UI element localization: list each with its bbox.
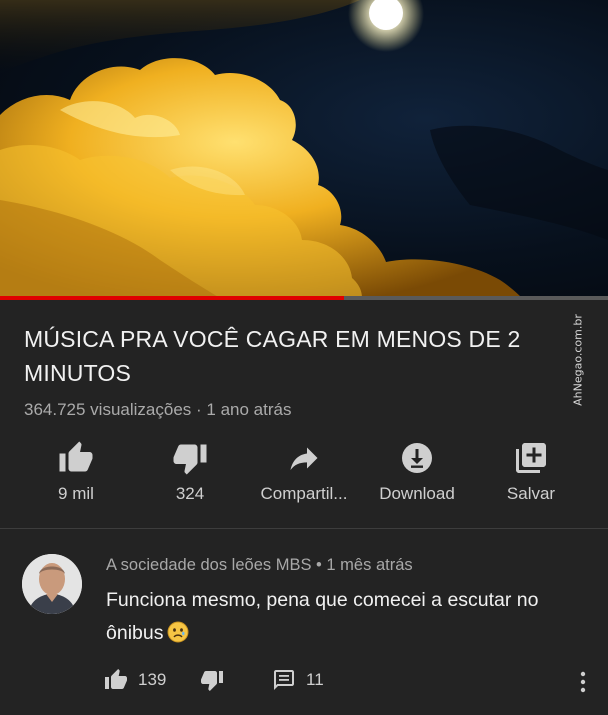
thumb-down-icon <box>173 444 207 475</box>
thumb-up-icon <box>59 441 93 472</box>
save-button[interactable]: Salvar <box>471 440 591 504</box>
meta-separator: · <box>191 400 207 419</box>
site-watermark: AhNegao.com.br <box>566 308 590 412</box>
share-button[interactable]: Compartil... <box>244 440 364 504</box>
download-icon <box>402 443 432 473</box>
comment-header: A sociedade dos leões MBS • 1 mês atrás <box>106 556 413 575</box>
video-progress-fill <box>0 296 344 300</box>
save-label: Salvar <box>506 484 556 503</box>
playlist-add-icon <box>516 443 546 473</box>
watermark-text: AhNegao.com.br <box>571 314 585 406</box>
more-vert-icon <box>580 671 586 693</box>
video-title: MÚSICA PRA VOCÊ CAGAR EM MENOS DE 2 MINU… <box>24 326 521 386</box>
download-button[interactable]: Download <box>357 440 477 504</box>
comment-dislike-button[interactable] <box>200 668 224 692</box>
reply-icon <box>274 670 294 690</box>
video-progress-bar[interactable] <box>0 296 608 300</box>
upload-age: 1 ano atrás <box>206 400 292 419</box>
comment-reply-button[interactable]: 11 <box>272 668 324 692</box>
comment-action-bar: 139 11 <box>104 668 584 696</box>
comment-author[interactable]: A sociedade dos leões MBS <box>106 556 311 574</box>
video-frame <box>0 0 608 298</box>
comment-body: Funciona mesmo, pena que comecei a escut… <box>106 584 586 650</box>
comment-like-count: 139 <box>138 670 167 689</box>
sad-face-emoji <box>167 621 189 643</box>
share-arrow-icon <box>290 447 318 470</box>
comment-age: 1 mês atrás <box>326 556 413 574</box>
section-divider <box>0 528 608 529</box>
comment-more-button[interactable] <box>576 668 590 696</box>
view-count: 364.725 visualizações <box>24 400 192 419</box>
dislike-count: 324 <box>175 484 205 503</box>
video-player[interactable] <box>0 0 608 298</box>
comment-like-button[interactable]: 139 <box>104 668 166 692</box>
avatar-photo <box>22 554 82 614</box>
video-meta: 364.725 visualizações · 1 ano atrás <box>24 400 291 420</box>
video-action-bar: 9 mil 324 Compartil... Download Salvar <box>0 440 608 520</box>
dislike-button[interactable]: 324 <box>130 440 250 504</box>
like-button[interactable]: 9 mil <box>16 440 136 504</box>
thumb-down-icon <box>201 671 223 691</box>
share-label: Compartil... <box>260 484 348 503</box>
commenter-avatar[interactable] <box>22 554 82 614</box>
comment-reply-count: 11 <box>306 670 324 689</box>
thumb-up-icon <box>105 669 127 689</box>
comment-separator: • <box>311 556 327 574</box>
like-count: 9 mil <box>58 484 94 503</box>
download-label: Download <box>379 484 455 503</box>
